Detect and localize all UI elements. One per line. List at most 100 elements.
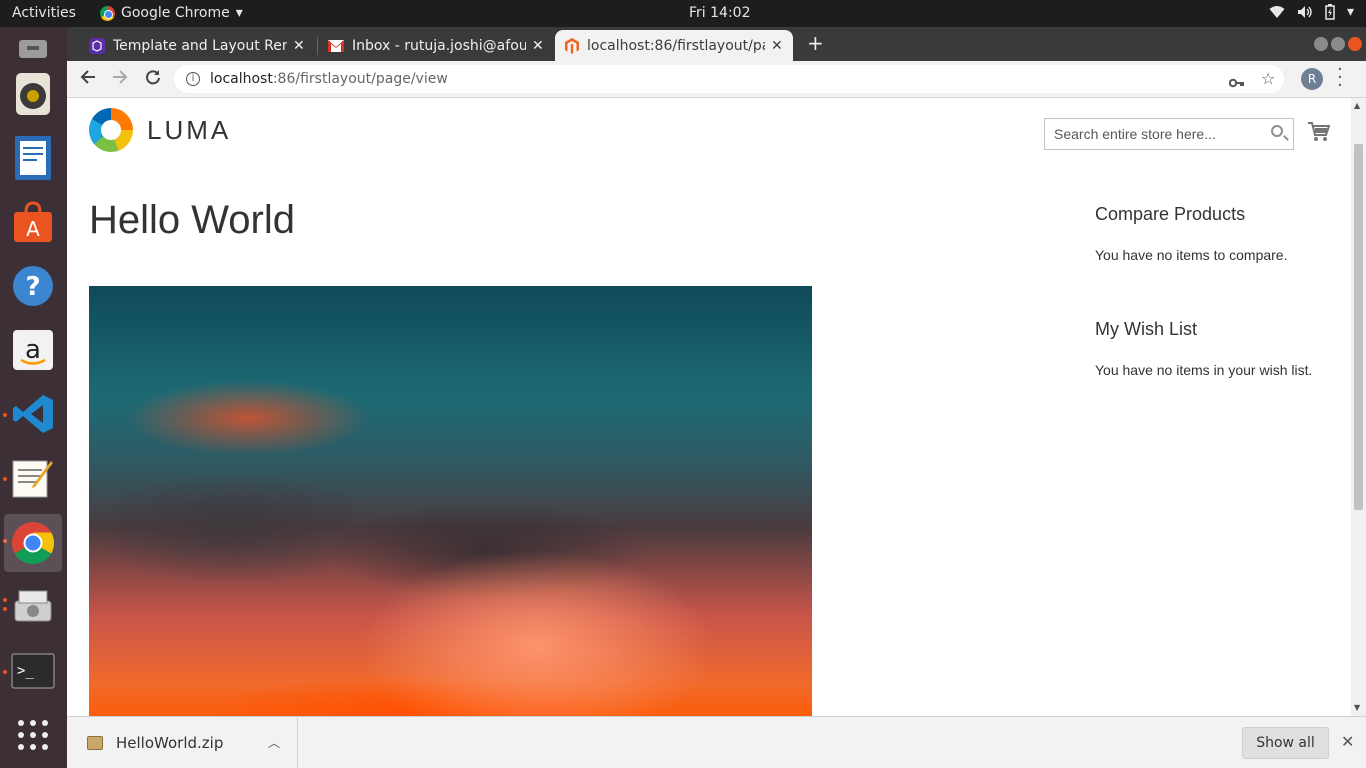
gmail-icon — [328, 39, 344, 52]
wishlist-title: My Wish List — [1095, 319, 1198, 339]
compare-products-block: Compare Products You have no items to co… — [1095, 204, 1288, 263]
activities-button[interactable]: Activities — [12, 5, 76, 21]
close-icon[interactable]: ✕ — [293, 38, 305, 54]
tab-title: Template and Layout Rendering — [113, 37, 287, 54]
tab-template-layout[interactable]: Template and Layout Rendering ✕ — [79, 30, 315, 61]
amazon-icon: a — [13, 330, 53, 370]
reload-icon — [146, 70, 160, 85]
terminal-icon: >_ — [11, 653, 55, 689]
browser-toolbar: i localhost:86/firstlayout/page/view ☆ R… — [67, 61, 1366, 98]
close-window-button[interactable] — [1348, 37, 1362, 51]
arrow-left-icon — [80, 70, 95, 84]
dock-item-help[interactable]: ? — [4, 257, 62, 315]
wishlist-empty: You have no items in your wish list. — [1095, 362, 1313, 378]
volume-icon — [1297, 6, 1312, 18]
page-viewport: LUMA Hello World Compare Products You ha… — [67, 98, 1351, 716]
url-path: :86/firstlayout/page/view — [272, 71, 448, 87]
dock-item-scanner[interactable] — [4, 578, 62, 636]
tab-strip: Template and Layout Rendering ✕ Inbox - … — [67, 27, 1366, 61]
wifi-icon — [1269, 6, 1285, 18]
minimize-button[interactable] — [1314, 37, 1328, 51]
luma-logo-icon — [89, 108, 133, 152]
reload-button[interactable] — [145, 69, 161, 90]
tab-inbox[interactable]: Inbox - rutuja.joshi@afourtech.com ✕ — [318, 30, 554, 61]
compare-products-title: Compare Products — [1095, 204, 1246, 224]
app-menu[interactable]: Google Chrome ▾ — [100, 5, 243, 21]
avatar[interactable]: R — [1301, 68, 1323, 90]
dock-item-rhythmbox[interactable] — [4, 65, 62, 123]
wishlist-block: My Wish List You have no items in your w… — [1095, 319, 1312, 378]
dock-item-writer[interactable] — [4, 129, 62, 187]
svg-text:A: A — [26, 217, 40, 241]
shopping-bag-icon: A — [14, 201, 52, 242]
template-icon — [89, 37, 105, 54]
archive-icon — [87, 736, 103, 750]
vscode-icon — [13, 395, 53, 433]
store-logo[interactable]: LUMA — [89, 108, 231, 152]
page-title: Hello World — [89, 198, 295, 242]
maximize-button[interactable] — [1331, 37, 1345, 51]
dock-item-text-editor[interactable] — [4, 449, 62, 507]
dock-item-chrome[interactable] — [4, 514, 62, 572]
show-all-button[interactable]: Show all — [1242, 727, 1329, 759]
show-applications-button[interactable] — [4, 706, 62, 764]
chevron-up-icon[interactable]: ︿ — [268, 734, 280, 751]
svg-text:a: a — [25, 335, 41, 365]
magento-icon — [565, 37, 579, 54]
chevron-down-icon: ▾ — [1346, 4, 1354, 20]
download-bar: HelloWorld.zip ︿ Show all ✕ — [67, 716, 1366, 768]
tab-title: Inbox - rutuja.joshi@afourtech.com — [352, 37, 526, 54]
battery-icon — [1325, 4, 1335, 20]
system-top-bar: Activities Google Chrome ▾ Fri 14:02 ▾ — [0, 0, 1366, 27]
chrome-icon — [100, 5, 115, 21]
forward-button[interactable] — [112, 69, 128, 90]
clock[interactable]: Fri 14:02 — [689, 5, 750, 21]
star-icon[interactable]: ☆ — [1261, 69, 1275, 88]
svg-text:>_: >_ — [17, 663, 34, 679]
app-menu-label: Google Chrome — [121, 5, 230, 21]
help-icon: ? — [13, 266, 53, 306]
minicart-button[interactable] — [1308, 122, 1331, 147]
url-host: localhost — [210, 71, 273, 87]
download-file-name: HelloWorld.zip — [116, 734, 224, 752]
tab-title: localhost:86/firstlayout/page/view — [587, 37, 765, 54]
dock-item-terminal[interactable]: >_ — [4, 642, 62, 700]
compare-products-empty: You have no items to compare. — [1095, 247, 1288, 263]
scanner-icon — [14, 590, 52, 622]
page-scrollbar[interactable]: ▲ ▼ — [1351, 98, 1366, 716]
logo-text: LUMA — [147, 114, 232, 145]
dock-item-software[interactable]: A — [4, 193, 62, 251]
speaker-icon — [16, 73, 50, 115]
close-icon[interactable]: ✕ — [1341, 732, 1354, 751]
scroll-up-arrow[interactable]: ▲ — [1354, 101, 1360, 110]
hero-sunset-image — [89, 286, 812, 716]
notepad-icon — [12, 460, 53, 498]
cart-icon — [1308, 122, 1331, 141]
grid-icon — [18, 720, 48, 750]
close-icon[interactable]: ✕ — [532, 38, 544, 54]
download-item[interactable]: HelloWorld.zip ︿ — [67, 717, 298, 768]
back-button[interactable] — [80, 69, 96, 90]
document-icon — [15, 136, 51, 180]
close-icon[interactable]: ✕ — [771, 38, 783, 54]
more-menu-icon[interactable]: · · · — [1337, 61, 1343, 95]
key-icon[interactable] — [1228, 73, 1245, 92]
search-input[interactable] — [1054, 119, 1264, 149]
scrollbar-thumb[interactable] — [1354, 144, 1363, 510]
window-controls — [1314, 37, 1362, 51]
tab-localhost[interactable]: localhost:86/firstlayout/page/view ✕ — [555, 30, 793, 61]
address-bar[interactable]: i localhost:86/firstlayout/page/view ☆ — [174, 65, 1284, 93]
scroll-down-arrow[interactable]: ▼ — [1354, 703, 1360, 712]
dock-item-vscode[interactable] — [4, 385, 62, 443]
dock-item-amazon[interactable]: a — [4, 321, 62, 379]
files-icon — [19, 40, 47, 58]
store-search[interactable] — [1044, 118, 1294, 150]
system-tray[interactable]: ▾ — [1269, 4, 1354, 20]
info-icon[interactable]: i — [186, 72, 200, 86]
dock: A ? a >_ — [0, 27, 67, 768]
chevron-down-icon: ▾ — [235, 5, 243, 21]
search-icon[interactable] — [1271, 125, 1283, 137]
chrome-icon — [12, 522, 55, 565]
svg-text:?: ? — [25, 272, 40, 302]
new-tab-button[interactable]: + — [807, 31, 824, 55]
